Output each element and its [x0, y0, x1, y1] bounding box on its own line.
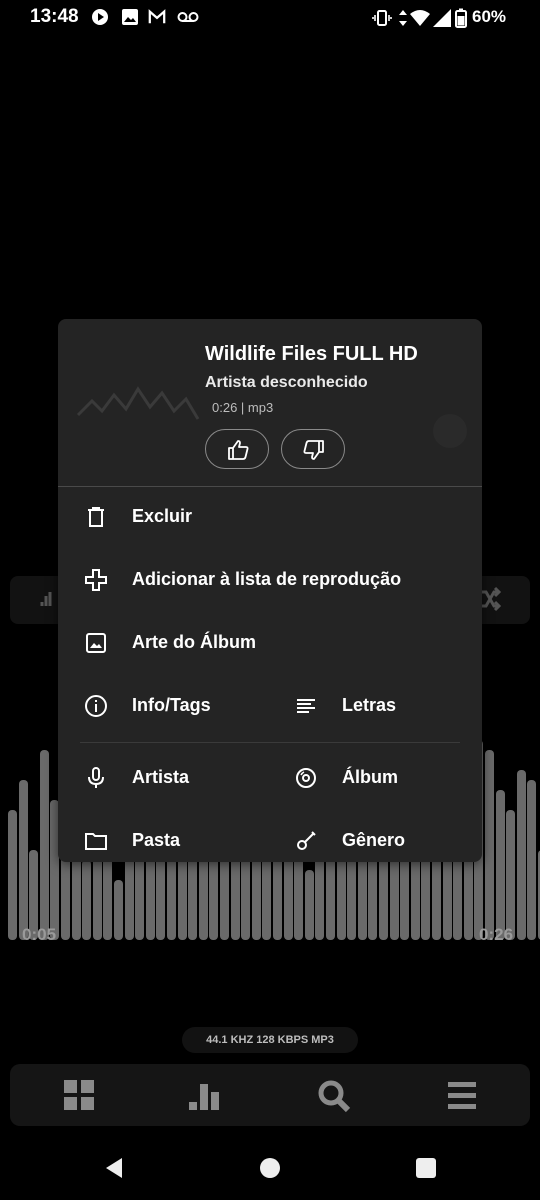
- like-button[interactable]: [205, 429, 269, 469]
- song-artist: Artista desconhecido: [205, 374, 368, 391]
- add-to-playlist-label: Adicionar à lista de reprodução: [132, 569, 402, 589]
- guitar-icon: [297, 831, 316, 850]
- delete-label: Excluir: [132, 506, 193, 526]
- thumbs-up-icon: [228, 440, 249, 460]
- microphone-icon: [88, 767, 104, 788]
- waveform-bar: [220, 855, 229, 940]
- header-divider: [58, 486, 482, 487]
- add-to-playlist-item[interactable]: Adicionar à lista de reprodução: [84, 560, 464, 600]
- artist-item[interactable]: Artista: [84, 758, 274, 798]
- folder-icon: [85, 833, 107, 850]
- back-icon[interactable]: [102, 1156, 126, 1180]
- folder-item[interactable]: Pasta: [84, 821, 274, 861]
- waveform-bar: [485, 750, 494, 940]
- image-icon: [86, 633, 106, 653]
- info-tags-label: Info/Tags: [132, 695, 211, 715]
- elapsed-time: 0:05: [22, 925, 57, 944]
- album-item[interactable]: Álbum: [294, 758, 464, 798]
- bottom-navigation: [10, 1064, 530, 1126]
- plus-icon: [85, 569, 107, 591]
- audio-quality-badge: 44.1 KHZ 128 KBPS MP3: [182, 1027, 358, 1053]
- bar-chart-icon[interactable]: [185, 1076, 225, 1116]
- section-divider: [80, 742, 460, 743]
- album-label: Álbum: [342, 767, 398, 787]
- lyrics-item[interactable]: Letras: [294, 686, 464, 726]
- recents-icon[interactable]: [414, 1156, 438, 1180]
- more-options-ghost: [433, 414, 467, 448]
- album-art-item[interactable]: Arte do Álbum: [84, 623, 464, 663]
- dislike-button[interactable]: [281, 429, 345, 469]
- song-meta: 0:26 | mp3: [212, 400, 274, 415]
- thumbs-down-icon: [303, 440, 324, 460]
- info-tags-item[interactable]: Info/Tags: [84, 686, 274, 726]
- waveform-bar: [400, 850, 410, 940]
- waveform-bar: [82, 860, 92, 940]
- lyrics-icon: [297, 699, 315, 713]
- waveform-bar: [506, 810, 516, 940]
- info-icon: [85, 695, 107, 717]
- artist-label: Artista: [132, 767, 190, 787]
- menu-icon[interactable]: [442, 1076, 482, 1116]
- waveform-bar: [114, 880, 123, 940]
- waveform-bar: [516, 770, 526, 940]
- folder-label: Pasta: [132, 830, 181, 850]
- home-icon[interactable]: [258, 1156, 282, 1180]
- delete-item[interactable]: Excluir: [84, 497, 464, 537]
- lyrics-label: Letras: [342, 695, 397, 715]
- waveform-bar: [39, 750, 49, 940]
- waveform-bar: [8, 810, 17, 940]
- system-navigation-bar: [0, 1136, 540, 1200]
- search-icon[interactable]: [314, 1076, 354, 1116]
- waveform-bar: [495, 790, 505, 940]
- grid-icon[interactable]: [60, 1076, 100, 1116]
- total-duration: 0:26: [479, 925, 514, 944]
- album-art-thumbnail: [76, 386, 200, 420]
- trash-icon: [88, 507, 104, 527]
- genre-item[interactable]: Gênero: [294, 821, 464, 861]
- waveform-bar: [18, 780, 28, 940]
- genre-label: Gênero: [342, 830, 406, 850]
- song-options-dialog: Wildlife Files FULL HD Artista desconhec…: [58, 319, 482, 862]
- disc-icon: [296, 768, 316, 788]
- song-title: Wildlife Files FULL HD: [205, 343, 418, 365]
- waveform-bar: [527, 780, 537, 940]
- album-art-label: Arte do Álbum: [132, 632, 256, 652]
- waveform-bar: [304, 870, 314, 940]
